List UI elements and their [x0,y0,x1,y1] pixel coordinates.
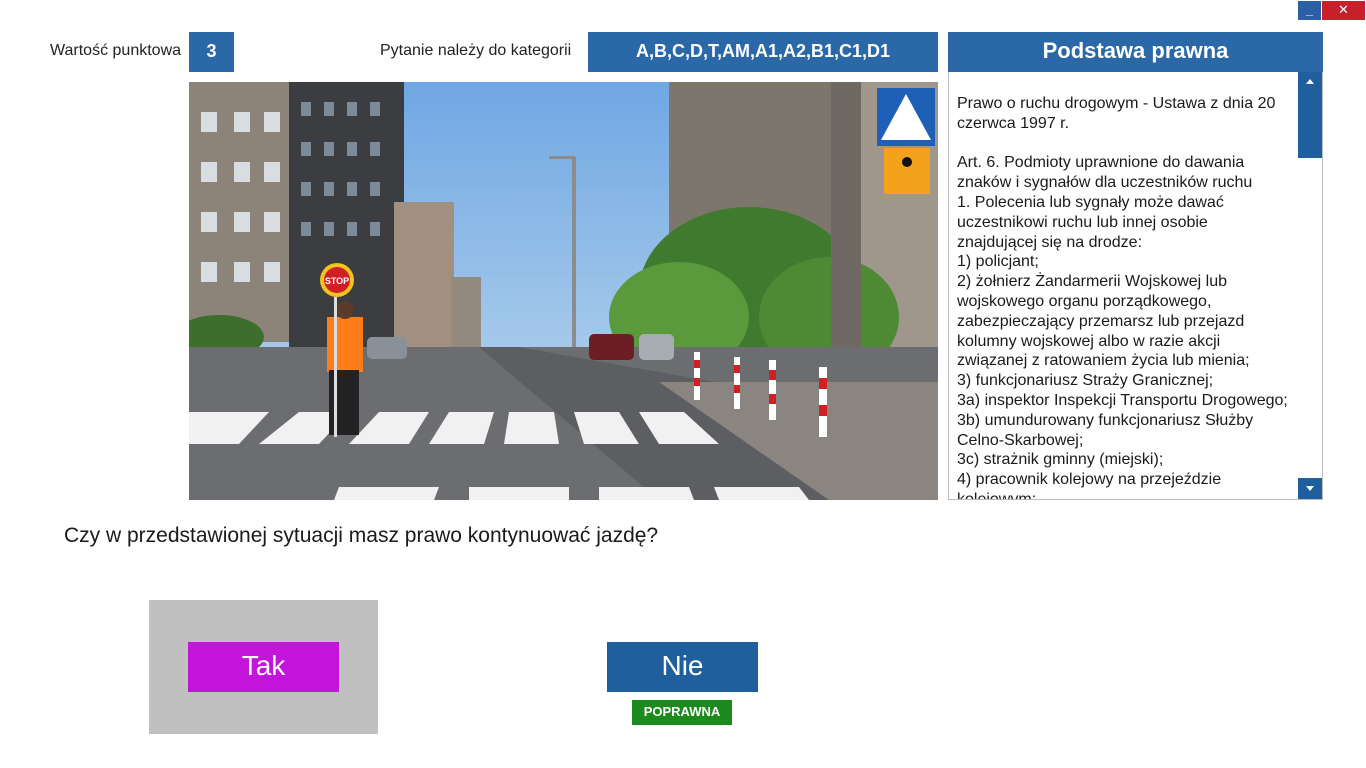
category-list-badge: A,B,C,D,T,AM,A1,A2,B1,C1,D1 [588,32,938,72]
scroll-thumb[interactable] [1298,92,1322,158]
legal-basis-title: Podstawa prawna [948,32,1323,72]
legal-text-line: związanej z ratowaniem życia lub mienia; [957,352,1250,370]
legal-basis-panel[interactable]: Prawo o ruchu drogowym - Ustawa z dnia 2… [948,72,1323,500]
scroll-down-button[interactable] [1298,478,1322,499]
legal-text-line: 4) pracownik kolejowy na przejeździe [957,471,1222,489]
legal-text-line: Celno-Skarbowej; [957,431,1084,449]
legal-text-line: Art. 6. Podmioty uprawnione do dawania [957,154,1245,172]
legal-text-line: kolumny wojskowej albo w razie akcji [957,332,1221,350]
legal-text-line: Prawo o ruchu drogowym - Ustawa z dnia 2… [957,95,1276,112]
question-text: Czy w przedstawionej sytuacji masz prawo… [64,524,659,547]
arrow-down-icon [1306,486,1314,491]
answer-no-button[interactable]: Nie [607,642,758,692]
legal-text-line: 1. Polecenia lub sygnały może dawać [957,193,1224,211]
legal-text-line [957,134,1297,154]
legal-text-line: wojskowego organu porządkowego, [957,292,1212,310]
legal-text-line: 2) żołnierz Żandarmerii Wojskowej lub [957,273,1228,291]
arrow-up-icon [1306,79,1314,84]
legal-scrollbar[interactable] [1298,72,1322,499]
points-value-badge: 3 [189,32,234,72]
legal-text-line: czerwca 1997 r. [957,114,1070,132]
legal-text-line: kolejowym; [957,490,1037,500]
scroll-up-button[interactable] [1298,72,1322,92]
answer-yes-button[interactable]: Tak [188,642,339,692]
question-scene-image: STOP [189,82,938,500]
close-button[interactable]: ✕ [1322,1,1365,20]
category-label: Pytanie należy do kategorii [380,42,572,59]
points-label: Wartość punktowa [50,42,182,59]
legal-text-line: uczestnikowi ruchu lub innej osobie [957,213,1208,231]
legal-text-line: znaków i sygnałów dla uczestników ruchu [957,174,1253,192]
legal-text-line: 3c) strażnik gminny (miejski); [957,451,1164,469]
legal-text-line: 3) funkcjonariusz Straży Granicznej; [957,372,1214,390]
legal-text-line: znajdującej się na drodze: [957,233,1143,251]
legal-text-line: 3b) umundurowany funkcjonariusz Służby [957,411,1254,429]
legal-text-line: zabezpieczający przemarsz lub przejazd [957,312,1245,330]
correct-answer-badge: POPRAWNA [632,700,732,725]
minimize-button[interactable]: _ [1298,1,1321,20]
legal-text-line: 1) policjant; [957,253,1039,271]
stop-sign-text: STOP [325,276,349,286]
legal-basis-text: Prawo o ruchu drogowym - Ustawa z dnia 2… [957,94,1297,500]
legal-text-line: 3a) inspektor Inspekcji Transportu Drogo… [957,391,1288,409]
